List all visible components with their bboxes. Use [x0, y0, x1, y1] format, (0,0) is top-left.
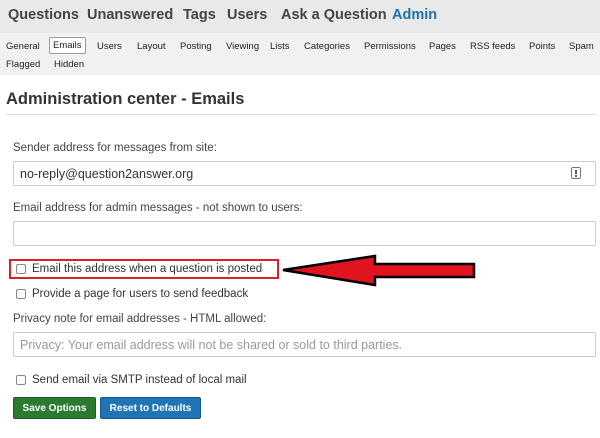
top-navigation: Questions Unanswered Tags Users Ask a Qu…	[0, 0, 600, 33]
subnav-rss-feeds[interactable]: RSS feeds	[470, 40, 515, 53]
save-options-button[interactable]: Save Options	[13, 397, 96, 419]
nav-questions[interactable]: Questions	[8, 7, 79, 23]
subnav-lists[interactable]: Lists	[270, 40, 290, 53]
subnav-viewing[interactable]: Viewing	[226, 40, 259, 53]
subnav-emails[interactable]: Emails	[49, 37, 86, 54]
nav-ask-question[interactable]: Ask a Question	[281, 7, 387, 23]
notify-on-question-option[interactable]: Email this address when a question is po…	[16, 261, 262, 277]
privacy-note-label: Privacy note for email addresses - HTML …	[13, 313, 267, 325]
subnav-users[interactable]: Users	[97, 40, 122, 53]
subnav-pages[interactable]: Pages	[429, 40, 456, 53]
notify-on-question-checkbox[interactable]	[16, 264, 26, 274]
feedback-page-label: Provide a page for users to send feedbac…	[32, 288, 249, 300]
page-title: Administration center - Emails	[6, 90, 245, 108]
sender-address-label: Sender address for messages from site:	[13, 142, 217, 154]
autofill-key-icon[interactable]	[571, 167, 581, 179]
smtp-option[interactable]: Send email via SMTP instead of local mai…	[16, 372, 247, 388]
smtp-label: Send email via SMTP instead of local mai…	[32, 374, 247, 386]
privacy-note-input[interactable]	[13, 332, 596, 357]
subnav-general[interactable]: General	[6, 40, 40, 53]
subnav-spam[interactable]: Spam	[569, 40, 594, 53]
title-divider	[6, 114, 596, 115]
subnav-permissions[interactable]: Permissions	[364, 40, 416, 53]
reset-defaults-button[interactable]: Reset to Defaults	[100, 397, 201, 419]
admin-email-label: Email address for admin messages - not s…	[13, 202, 303, 214]
nav-tags[interactable]: Tags	[183, 7, 216, 23]
admin-subnavigation: General Emails Users Layout Posting View…	[0, 33, 600, 75]
subnav-posting[interactable]: Posting	[180, 40, 212, 53]
notify-on-question-label: Email this address when a question is po…	[32, 263, 263, 275]
subnav-categories[interactable]: Categories	[304, 40, 350, 53]
subnav-flagged[interactable]: Flagged	[6, 58, 40, 71]
admin-email-input[interactable]	[13, 221, 596, 246]
subnav-points[interactable]: Points	[529, 40, 555, 53]
nav-admin[interactable]: Admin	[392, 7, 437, 23]
subnav-layout[interactable]: Layout	[137, 40, 166, 53]
nav-unanswered[interactable]: Unanswered	[87, 7, 173, 23]
subnav-hidden[interactable]: Hidden	[54, 58, 84, 71]
nav-users[interactable]: Users	[227, 7, 267, 23]
feedback-page-option[interactable]: Provide a page for users to send feedbac…	[16, 286, 248, 302]
smtp-checkbox[interactable]	[16, 375, 26, 385]
sender-address-input[interactable]	[13, 161, 596, 186]
feedback-page-checkbox[interactable]	[16, 289, 26, 299]
